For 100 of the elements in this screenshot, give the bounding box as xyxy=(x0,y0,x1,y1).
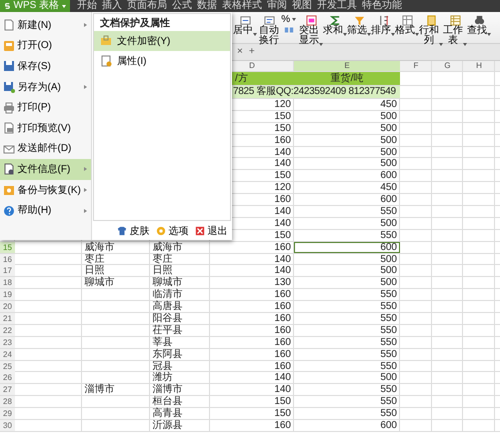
row-number[interactable]: 18 xyxy=(0,277,15,288)
table-cell-text: 威海市 xyxy=(84,242,116,253)
row-number[interactable]: 19 xyxy=(0,289,15,300)
app-menu-button[interactable]: WPS 表格 xyxy=(0,0,70,12)
row-number[interactable]: 26 xyxy=(0,372,15,384)
table-cell: 160 xyxy=(274,313,291,324)
table-cell: 160 xyxy=(274,336,291,348)
menu-tab[interactable]: 表格样式 xyxy=(222,0,262,12)
ribbon-icon xyxy=(426,14,436,26)
table-cell: 140 xyxy=(274,158,291,170)
ribbon-button[interactable]: % xyxy=(281,14,299,34)
menu-tab[interactable]: 开始 xyxy=(77,0,98,12)
table-cell-text: 莘县 xyxy=(152,336,174,348)
menu-item[interactable]: 打印(P) xyxy=(0,97,91,118)
submenu-title: 文档保护及属性 xyxy=(100,18,170,29)
menu-icon xyxy=(3,19,15,32)
menu-item[interactable]: 备份与恢复(K) xyxy=(0,180,91,200)
menu-item[interactable]: 新建(N) xyxy=(0,15,91,36)
caret-icon xyxy=(62,4,66,8)
row-number[interactable]: 28 xyxy=(0,396,15,408)
menu-icon xyxy=(3,184,15,196)
row-number[interactable]: 24 xyxy=(0,348,15,360)
column-header[interactable]: F xyxy=(400,61,432,71)
table-cell: 140 xyxy=(274,265,291,276)
table-cell-text: 550 xyxy=(379,384,398,396)
row-number[interactable]: 16 xyxy=(0,254,15,265)
table-cell-text: 600 xyxy=(379,194,398,206)
menu-tab[interactable]: 页面布局 xyxy=(127,0,168,12)
table-cell: 150 xyxy=(274,110,291,122)
submenu-item[interactable]: 文件加密(Y) xyxy=(94,31,230,51)
table-cell: 140 xyxy=(274,206,291,218)
table-cell-text: 茌平县 xyxy=(152,324,184,336)
table-cell: 150 xyxy=(274,170,291,182)
row-number[interactable]: 17 xyxy=(0,265,15,276)
footer-button[interactable]: 选项 xyxy=(154,226,190,236)
row-number[interactable]: 22 xyxy=(0,324,15,336)
menu-tab[interactable]: 视图 xyxy=(292,0,312,12)
menu-item[interactable]: 打开(O) xyxy=(0,36,91,56)
table-cell: 150 xyxy=(274,408,291,420)
menu-item[interactable]: 文件信息(F) xyxy=(0,159,91,180)
menu-tab[interactable]: 开发工具 xyxy=(317,0,358,12)
menu-icon xyxy=(3,60,15,72)
ribbon-button[interactable]: 居中 xyxy=(233,14,257,36)
menu-tab[interactable]: 公式 xyxy=(172,0,192,12)
ribbon-icon xyxy=(474,14,484,26)
submenu-item[interactable]: 属性(I) xyxy=(94,51,230,71)
ribbon-button[interactable]: 排序 xyxy=(371,14,395,36)
table-cell-text: 枣庄 xyxy=(84,254,106,265)
row-number[interactable]: 27 xyxy=(0,384,15,396)
menu-item[interactable]: 发送邮件(D) xyxy=(0,138,91,160)
table-cell-text: 高唐县 xyxy=(152,301,184,312)
table-cell: 160 xyxy=(274,289,291,300)
table-cell-text: 550 xyxy=(379,408,398,420)
row-number[interactable]: 20 xyxy=(0,301,15,312)
table-cell: 160 xyxy=(274,324,291,336)
table-cell: 140 xyxy=(274,218,291,229)
row-number[interactable]: 21 xyxy=(0,313,15,324)
table-cell: 150 xyxy=(274,396,291,408)
table-cell-text: 550 xyxy=(379,336,398,348)
ribbon-button[interactable]: 格式 xyxy=(395,14,419,36)
table-cell: 160 xyxy=(274,348,291,360)
ribbon-icon xyxy=(330,14,340,26)
menu-item[interactable]: 保存(S) xyxy=(0,56,91,77)
menu-tab[interactable]: 特色功能 xyxy=(362,0,402,12)
table-cell: 150 xyxy=(274,230,291,241)
column-header[interactable]: E xyxy=(294,61,400,71)
close-tab-button[interactable]: × xyxy=(234,45,246,59)
table-cell: 140 xyxy=(274,146,291,158)
table-cell: 160 xyxy=(274,194,291,206)
menu-item[interactable]: 帮助(H) xyxy=(0,200,91,221)
footer-button[interactable]: 皮肤 xyxy=(115,226,152,236)
submenu-icon xyxy=(100,35,112,47)
table-cell-text: 淄博市 xyxy=(152,384,184,396)
row-number[interactable]: 25 xyxy=(0,360,15,372)
ribbon-icon xyxy=(240,14,250,26)
table-cell-text: 聊城市 xyxy=(84,277,116,288)
ribbon-icon xyxy=(402,14,412,26)
menu-tab[interactable]: 数据 xyxy=(197,0,218,12)
menu-icon xyxy=(3,40,15,52)
row-number[interactable]: 23 xyxy=(0,336,15,348)
table-cell: 140 xyxy=(274,372,291,384)
ribbon-button[interactable]: 求和 xyxy=(323,14,347,36)
ribbon-button[interactable]: 筛选 xyxy=(347,14,371,36)
menu-item[interactable]: 打印预览(V) xyxy=(0,118,91,139)
table-cell-text: 550 xyxy=(379,289,398,300)
menu-item[interactable]: 另存为(A) xyxy=(0,76,91,98)
table-cell-text: 550 xyxy=(379,348,398,360)
row-number[interactable]: 29 xyxy=(0,408,15,420)
table-cell-text: 沂源县 xyxy=(152,420,184,432)
new-tab-button[interactable]: + xyxy=(246,45,258,59)
footer-button[interactable]: 退出 xyxy=(193,226,230,236)
menu-tab[interactable]: 插入 xyxy=(102,0,122,12)
ribbon-button[interactable]: 查找 xyxy=(467,14,491,36)
table-cell-text: 450 xyxy=(379,182,398,194)
table-cell: 重货/吨 xyxy=(294,72,400,85)
column-header[interactable]: G xyxy=(432,61,463,71)
table-cell: 160 xyxy=(274,242,291,253)
column-header[interactable]: H xyxy=(463,61,495,71)
footer-icon xyxy=(195,226,205,236)
row-number[interactable]: 30 xyxy=(0,420,15,432)
